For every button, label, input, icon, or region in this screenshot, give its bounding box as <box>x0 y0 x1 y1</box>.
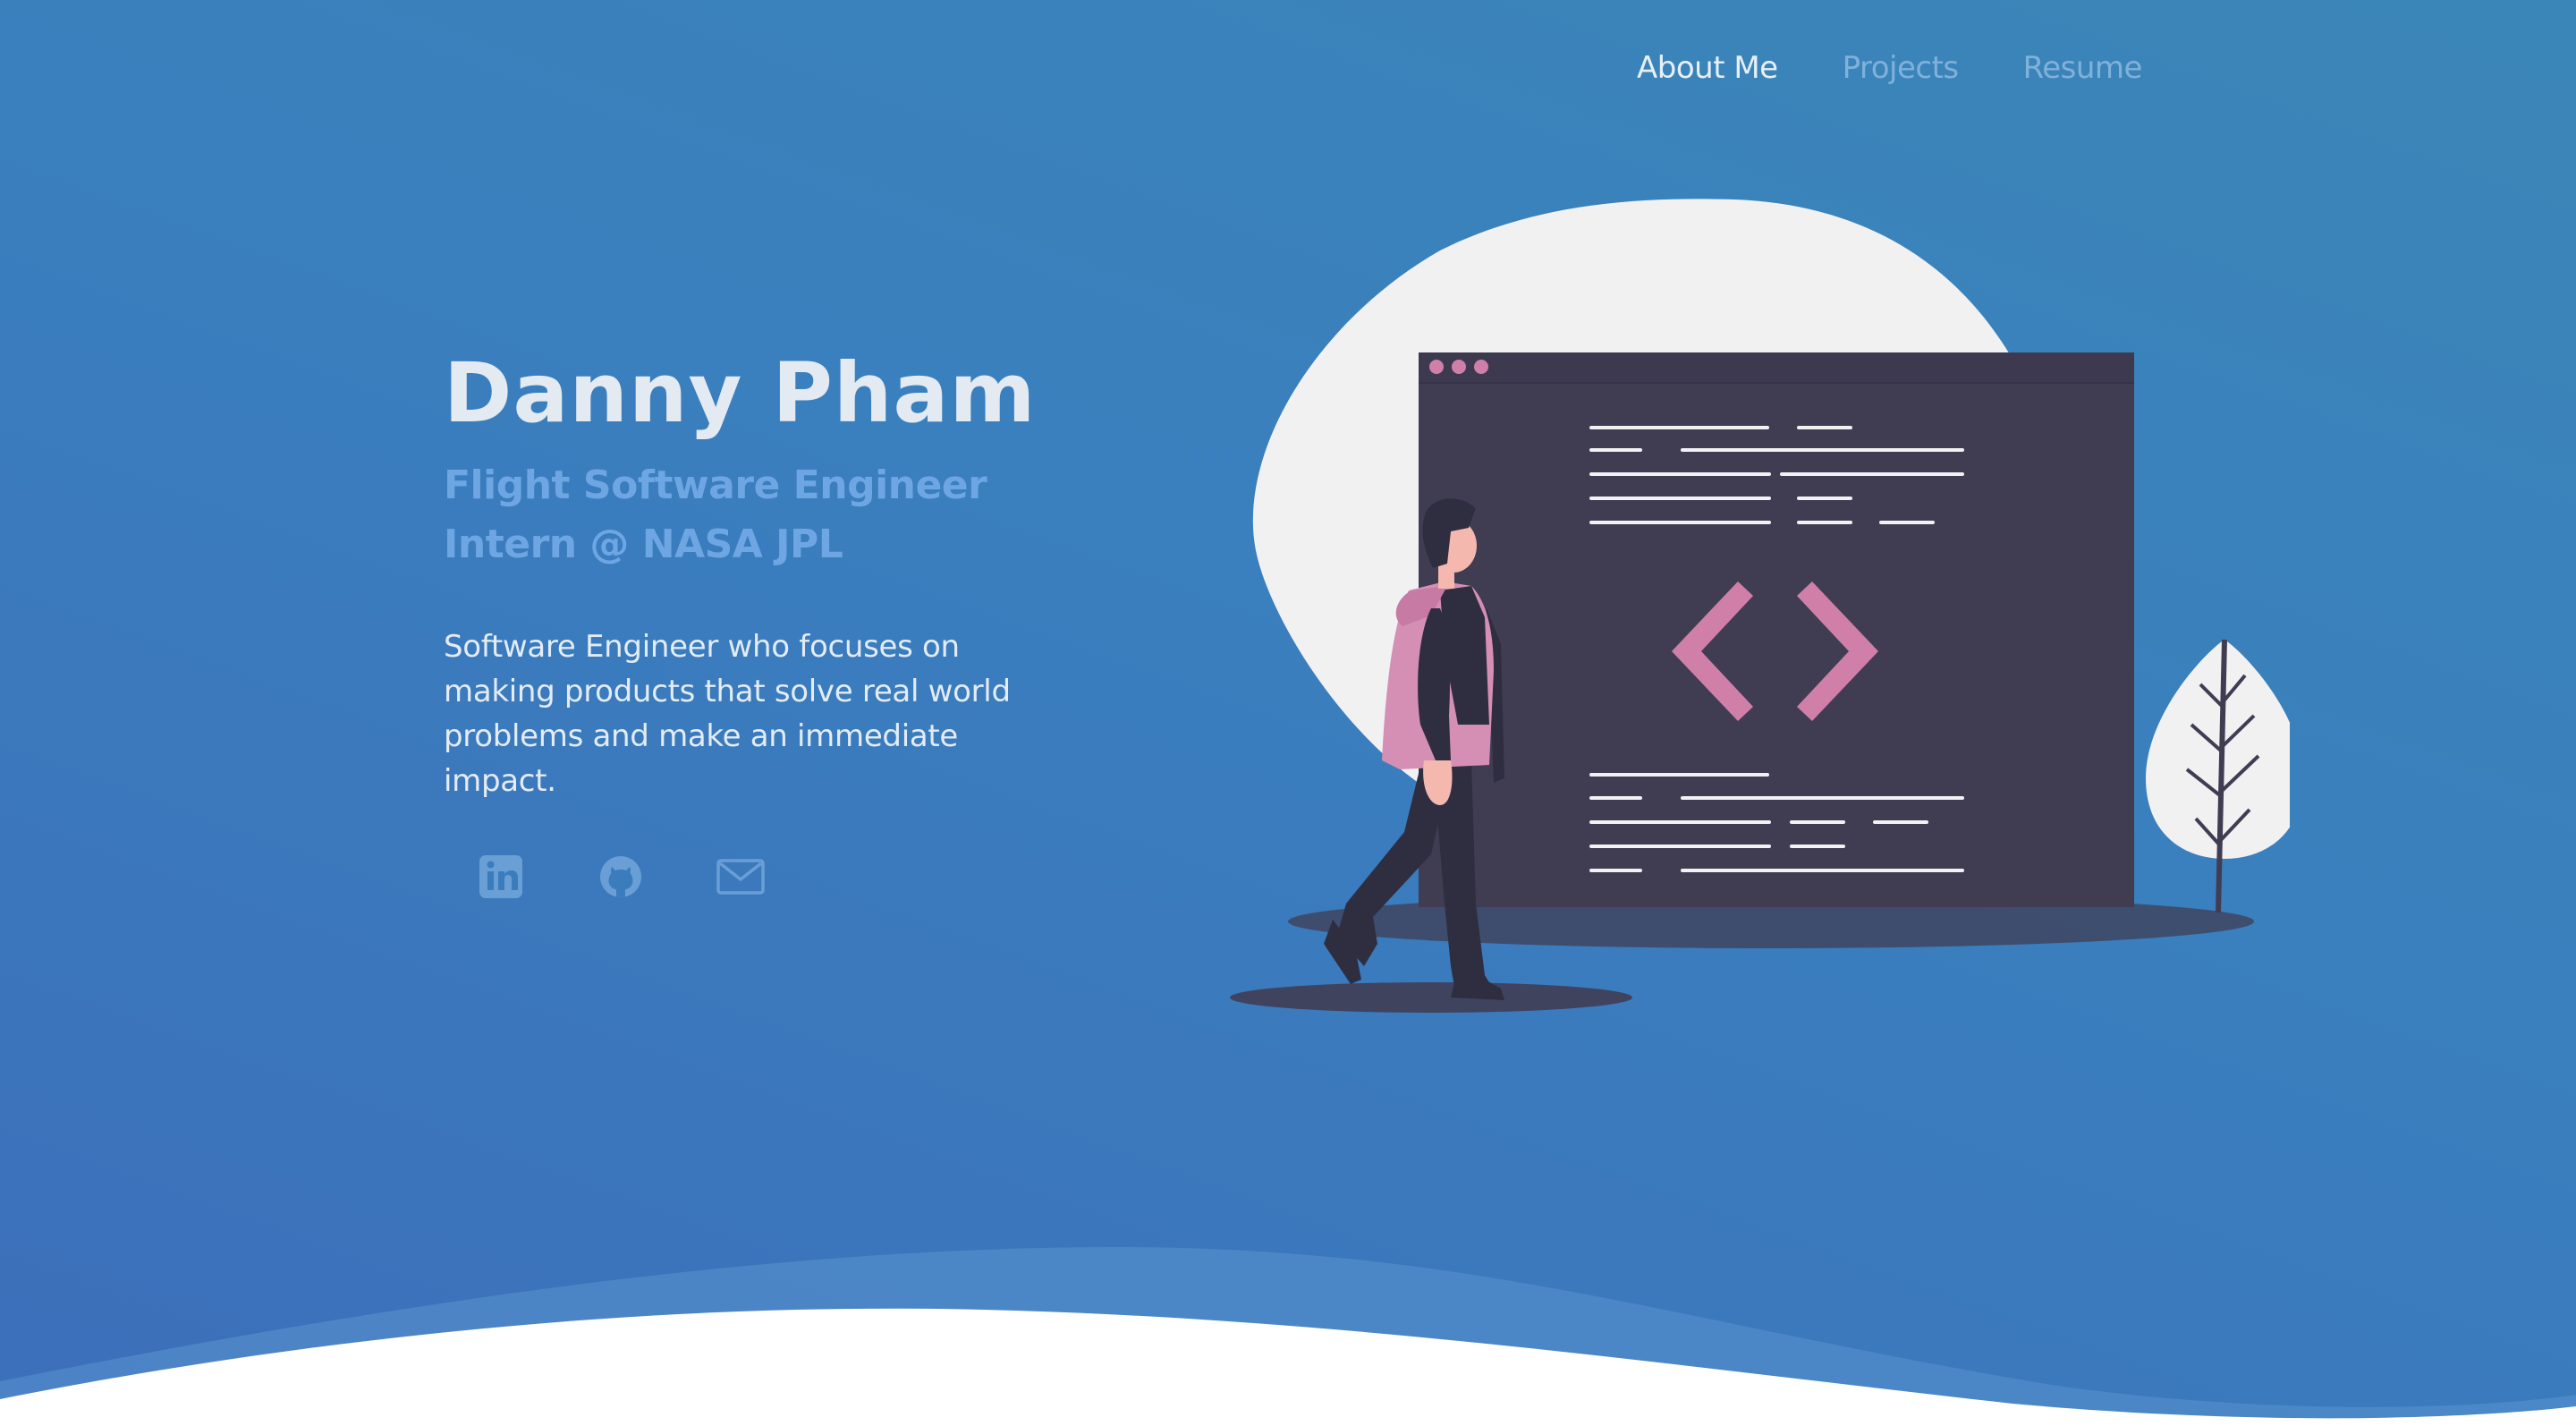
bottom-wave <box>0 1247 2576 1426</box>
nav-about-me[interactable]: About Me <box>1637 50 1778 86</box>
ground-shadow-small <box>1230 982 1632 1013</box>
nav-projects[interactable]: Projects <box>1843 50 1960 86</box>
social-links <box>474 850 767 904</box>
hero-section: About Me Projects Resume Danny Pham Flig… <box>0 0 2576 1426</box>
github-link[interactable] <box>594 850 648 904</box>
mail-icon <box>716 859 765 895</box>
bio-text: Software Engineer who focuses on making … <box>444 629 1011 799</box>
job-title: Flight Software Engineer Intern @ NASA J… <box>444 463 987 567</box>
window-dot-icon <box>1474 360 1488 374</box>
linkedin-icon <box>479 855 522 898</box>
page-title: Danny Pham <box>444 345 1037 441</box>
nav-resume[interactable]: Resume <box>2023 50 2143 86</box>
window-dot-icon <box>1429 360 1444 374</box>
intro-block: Danny Pham Flight Software Engineer Inte… <box>444 344 1123 803</box>
email-link[interactable] <box>714 850 767 904</box>
window-dot-icon <box>1452 360 1466 374</box>
github-icon <box>600 856 641 898</box>
main-nav: About Me Projects Resume <box>1637 50 2207 86</box>
tree-icon <box>2146 639 2290 913</box>
linkedin-link[interactable] <box>474 850 528 904</box>
code-window <box>1419 352 2134 907</box>
developer-illustration <box>1230 199 2290 1013</box>
